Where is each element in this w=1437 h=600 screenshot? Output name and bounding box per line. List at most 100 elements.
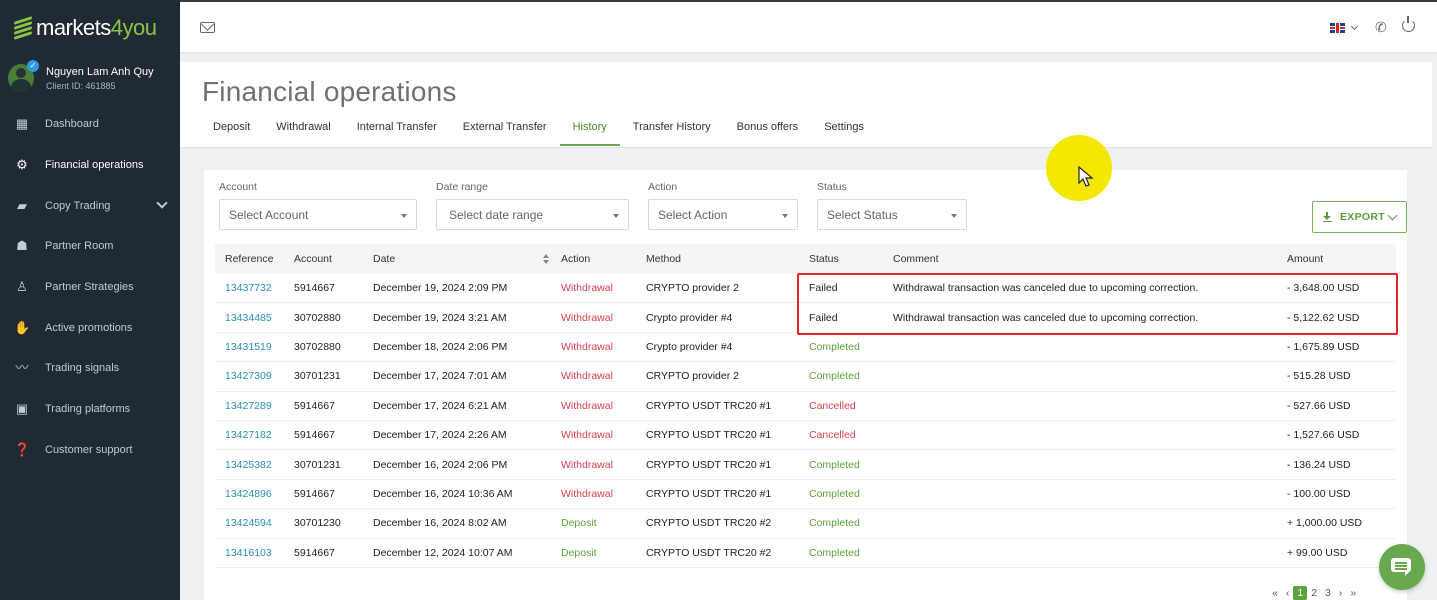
phone-icon[interactable]: ✆ [1375,19,1387,36]
header-status[interactable]: Status [809,253,893,265]
table-row[interactable]: 13424896 5914667 December 16, 2024 10:36 A… [215,480,1396,510]
table-row[interactable]: 13434485 30702880 December 19, 2024 3:21 A… [215,303,1396,333]
cell-action: Deposit [561,546,597,559]
sidebar-item-label: Dashboard [45,118,99,131]
last-page-button[interactable]: » [1346,587,1360,599]
cell-reference[interactable]: 13424594 [215,517,294,529]
header-account[interactable]: Account [294,253,373,265]
sidebar-item-trading-signals[interactable]: 〰 Trading signals [0,348,180,389]
cell-action: Withdrawal [561,399,613,412]
table-row[interactable]: 13427182 5914667 December 17, 2024 2:26 AM… [215,421,1396,451]
filter-label: Status [817,181,847,193]
chat-button[interactable] [1379,544,1425,590]
action-filter: Action Select Action [648,181,798,230]
cell-status: Completed [809,458,860,471]
account-filter: Account Select Account [219,181,417,230]
cell-reference[interactable]: 13437732 [215,282,294,294]
sidebar-item-dashboard[interactable]: ▦ Dashboard [0,104,180,145]
user-profile[interactable]: ✓ Nguyen Lam Anh Quy Client ID: 461885 [8,60,178,96]
tab-transfer-history[interactable]: Transfer History [620,116,724,146]
cell-action: Withdrawal [561,487,613,500]
client-id: Client ID: 461885 [46,81,116,91]
sidebar-item-financial-operations[interactable]: ⚙ Financial operations [0,145,180,186]
sidebar-item-copy-trading[interactable]: ▰ Copy Trading [0,185,180,226]
header-amount[interactable]: Amount [1287,253,1396,265]
cell-reference[interactable]: 13425382 [215,459,294,471]
prev-page-button[interactable]: ‹ [1282,587,1294,599]
sidebar-item-label: Partner Strategies [45,281,134,294]
top-bar: ✆ [180,0,1437,52]
page-1-button[interactable]: 1 [1293,586,1308,600]
sidebar-item-label: Copy Trading [45,199,111,212]
cell-method: CRYPTO USDT TRC20 #1 [646,399,772,412]
date-range-select[interactable]: Select date range [436,199,629,230]
header-date[interactable]: Date [373,253,561,265]
sidebar-item-label: Active promotions [45,321,133,334]
cell-account: 30702880 [294,340,341,353]
cell-reference[interactable]: 13431519 [215,341,294,353]
cell-reference[interactable]: 13427182 [215,429,294,441]
sidebar-item-customer-support[interactable]: ❓ Customer support [0,430,180,471]
sidebar-item-active-promotions[interactable]: ✋ Active promotions [0,307,180,348]
header-method[interactable]: Method [646,253,809,265]
cell-account: 30701230 [294,517,341,530]
verified-badge-icon: ✓ [27,60,39,72]
chevron-down-icon[interactable] [156,197,168,210]
action-select[interactable]: Select Action [648,199,798,230]
chevron-down-icon[interactable] [1350,22,1359,31]
sidebar-item-partner-room[interactable]: ☗ Partner Room [0,226,180,267]
cell-method: Crypto provider #4 [646,340,733,353]
table-row[interactable]: 13424594 30701230 December 16, 2024 8:02 A… [215,509,1396,539]
sidebar-item-label: Financial operations [45,159,144,172]
page-2-button[interactable]: 2 [1307,587,1321,599]
brand-logo[interactable]: markets4you [12,14,157,42]
sidebar-item-partner-strategies[interactable]: ♙ Partner Strategies [0,267,180,308]
table-header: Reference Account Date Action Method Sta… [215,244,1396,274]
uk-flag-icon[interactable] [1330,23,1345,33]
users-icon: ☗ [16,238,28,254]
tab-bonus-offers[interactable]: Bonus offers [724,116,812,146]
sort-icon[interactable] [543,253,549,265]
next-page-button[interactable]: › [1335,587,1347,599]
cell-reference[interactable]: 13434485 [215,312,294,324]
header-reference[interactable]: Reference [215,253,294,265]
header-comment[interactable]: Comment [893,253,1287,265]
table-row[interactable]: 13437732 5914667 December 19, 2024 2:09 PM… [215,274,1396,304]
table-row[interactable]: 13431519 30702880 December 18, 2024 2:06 P… [215,333,1396,363]
cell-account: 5914667 [294,282,335,295]
status-select[interactable]: Select Status [817,199,967,230]
mail-icon[interactable] [200,22,215,33]
account-select[interactable]: Select Account [219,199,417,230]
cell-reference[interactable]: 13416103 [215,547,294,559]
cell-date: December 16, 2024 2:06 PM [373,458,508,471]
table-row[interactable]: 13416103 5914667 December 12, 2024 10:07 A… [215,539,1396,568]
cell-account: 30702880 [294,311,341,324]
cell-reference[interactable]: 13424896 [215,488,294,500]
cell-status: Completed [809,370,860,383]
tab-settings[interactable]: Settings [811,116,877,146]
cell-status: Cancelled [809,399,856,412]
tab-withdrawal[interactable]: Withdrawal [263,116,343,146]
page-3-button[interactable]: 3 [1321,587,1335,599]
export-button[interactable]: EXPORT [1312,201,1407,233]
tab-deposit[interactable]: Deposit [200,116,263,146]
tab-internal-transfer[interactable]: Internal Transfer [344,116,450,146]
cell-comment: Withdrawal transaction was canceled due … [893,282,1199,295]
cell-action: Withdrawal [561,429,613,442]
cell-reference[interactable]: 13427289 [215,400,294,412]
tab-external-transfer[interactable]: External Transfer [450,116,560,146]
header-action[interactable]: Action [561,253,646,265]
table-row[interactable]: 13427309 30701231 December 17, 2024 7:01 A… [215,362,1396,392]
user-name: Nguyen Lam Anh Quy [46,66,154,78]
cell-method: CRYPTO provider 2 [646,282,739,295]
table-row[interactable]: 13425382 30701231 December 16, 2024 2:06 P… [215,450,1396,480]
header-date-label: Date [373,253,396,265]
first-page-button[interactable]: « [1268,587,1282,599]
table-row[interactable]: 13427289 5914667 December 17, 2024 6:21 AM… [215,392,1396,421]
sidebar-item-trading-platforms[interactable]: ▣ Trading platforms [0,389,180,430]
cell-reference[interactable]: 13427309 [215,370,294,382]
status-filter: Status Select Status [817,181,967,230]
tab-history[interactable]: History [559,116,621,146]
cell-date: December 17, 2024 2:26 AM [373,429,507,442]
power-icon[interactable] [1402,16,1415,32]
